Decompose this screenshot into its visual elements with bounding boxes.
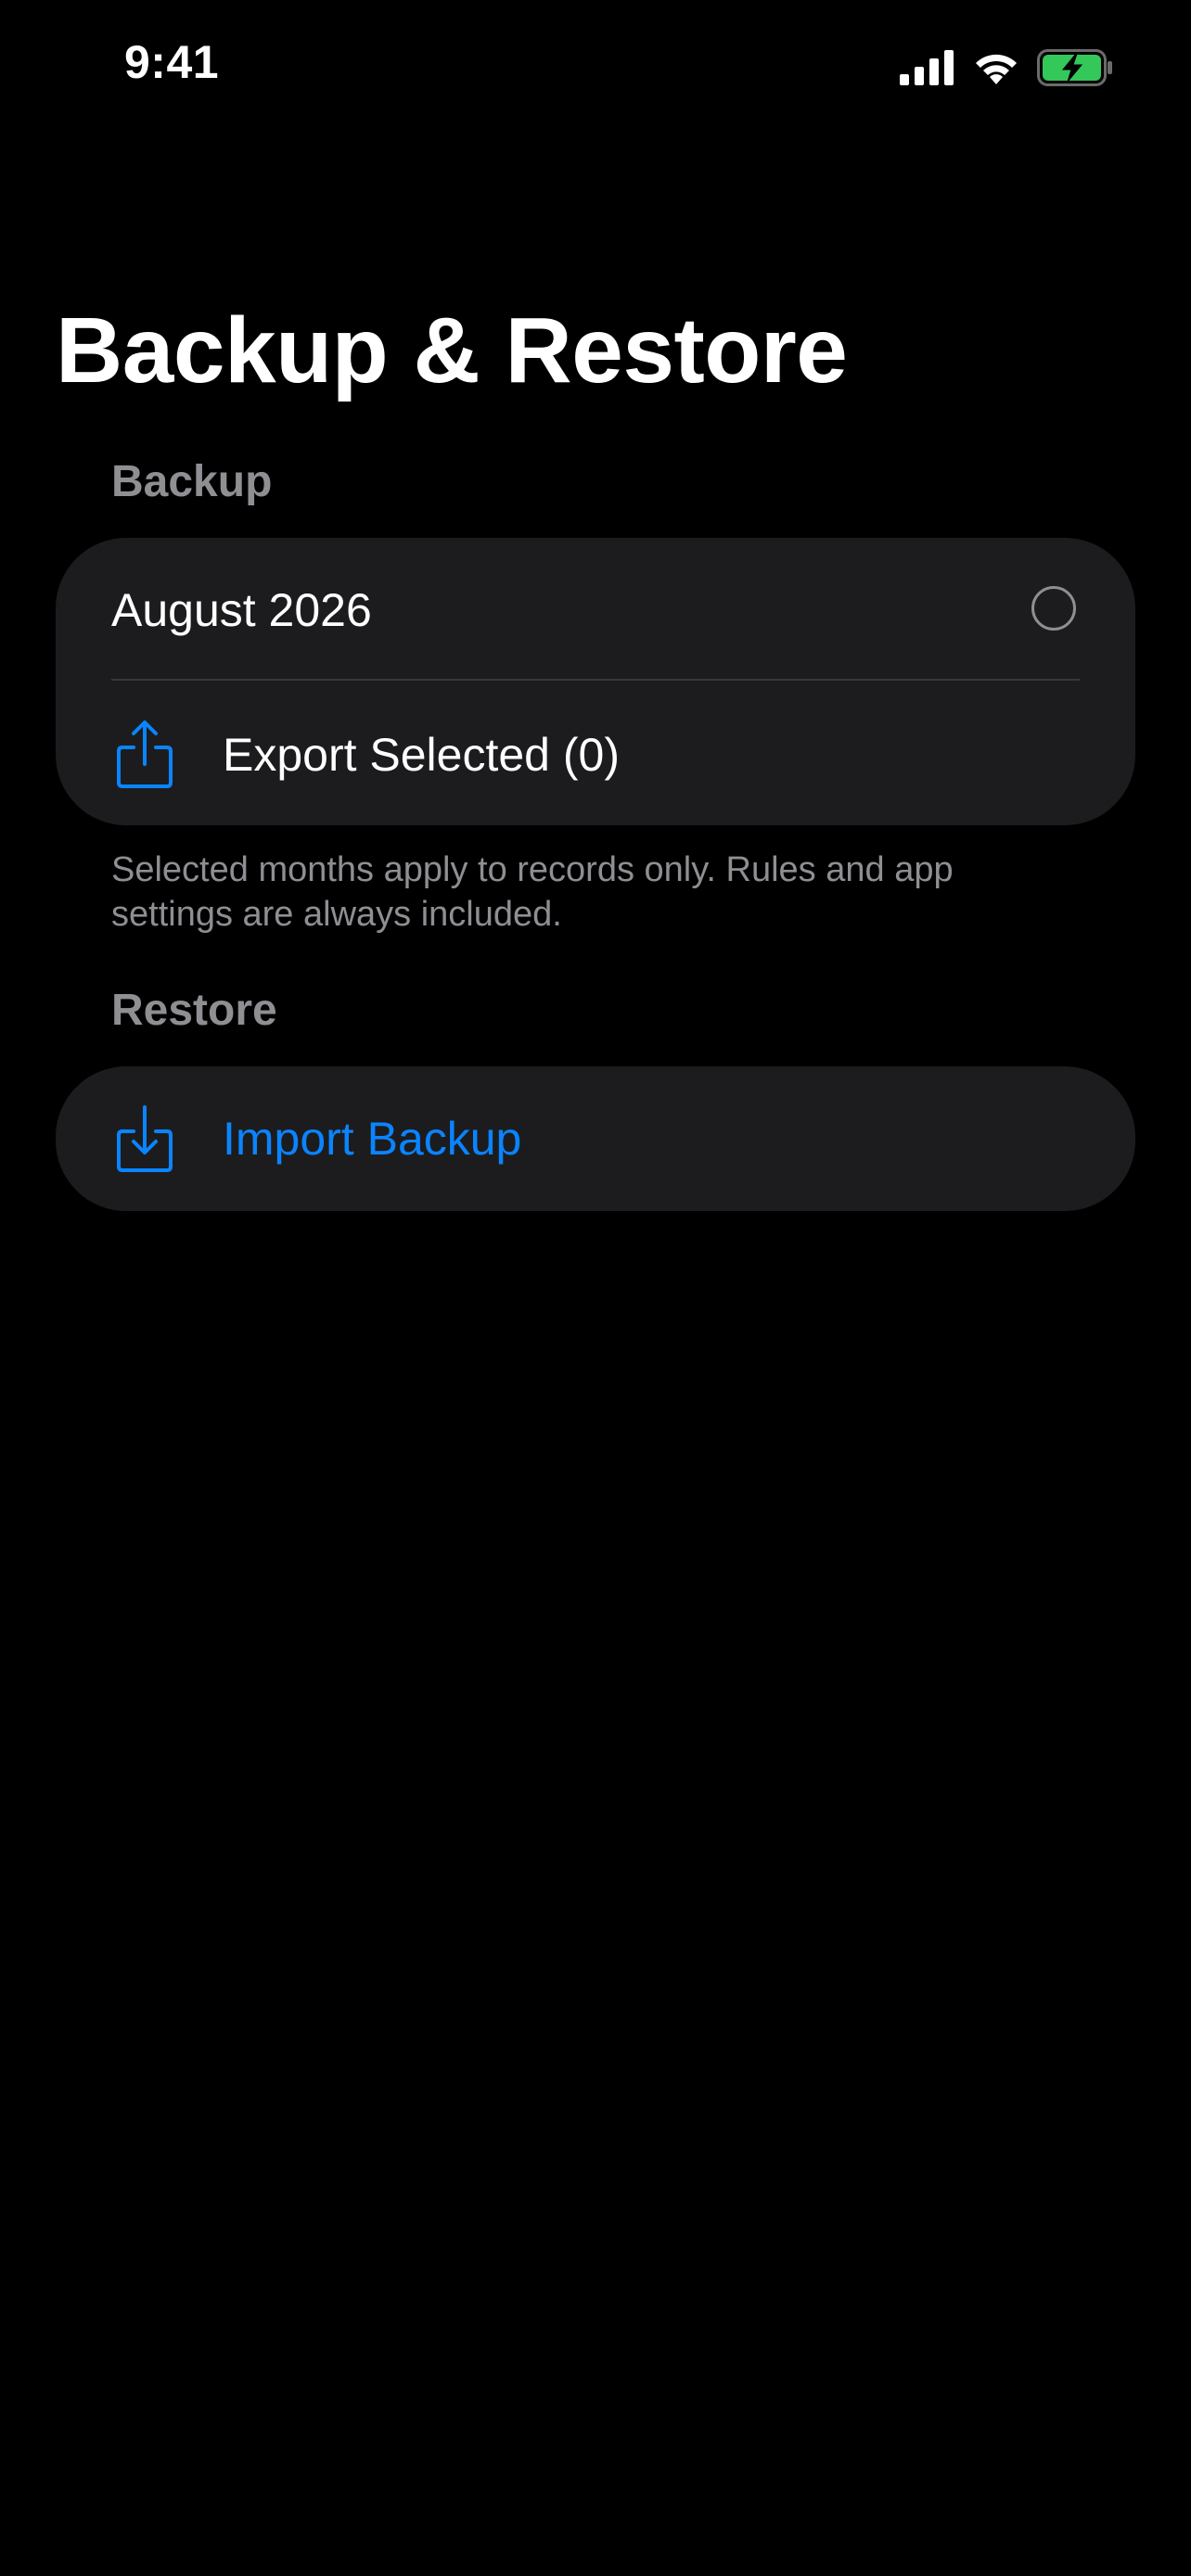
status-time: 9:41 xyxy=(124,36,220,88)
import-backup-label: Import Backup xyxy=(223,1113,522,1165)
import-backup-button[interactable]: Import Backup xyxy=(56,1066,1135,1211)
month-select-radio[interactable] xyxy=(1031,586,1076,631)
restore-section-header: Restore xyxy=(111,986,277,1035)
month-label: August 2026 xyxy=(111,584,372,636)
month-row-august-2026[interactable]: August 2026 xyxy=(56,538,1135,682)
row-divider xyxy=(111,679,1080,681)
backup-section-header: Backup xyxy=(111,457,273,506)
restore-card: Import Backup xyxy=(56,1066,1135,1211)
share-icon xyxy=(115,720,174,790)
wifi-icon xyxy=(972,49,1020,86)
export-selected-label: Export Selected (0) xyxy=(223,729,620,781)
backup-card: August 2026 Export Selected (0) xyxy=(56,538,1135,825)
export-selected-button[interactable]: Export Selected (0) xyxy=(56,682,1135,825)
import-icon xyxy=(115,1103,174,1174)
status-bar: 9:41 xyxy=(0,0,1191,130)
backup-footer-note: Selected months apply to records only. R… xyxy=(111,850,954,934)
status-icons xyxy=(900,45,1113,91)
battery-charging-icon xyxy=(1037,49,1113,86)
cellular-signal-icon xyxy=(900,50,955,85)
page-title: Backup & Restore xyxy=(56,299,848,402)
